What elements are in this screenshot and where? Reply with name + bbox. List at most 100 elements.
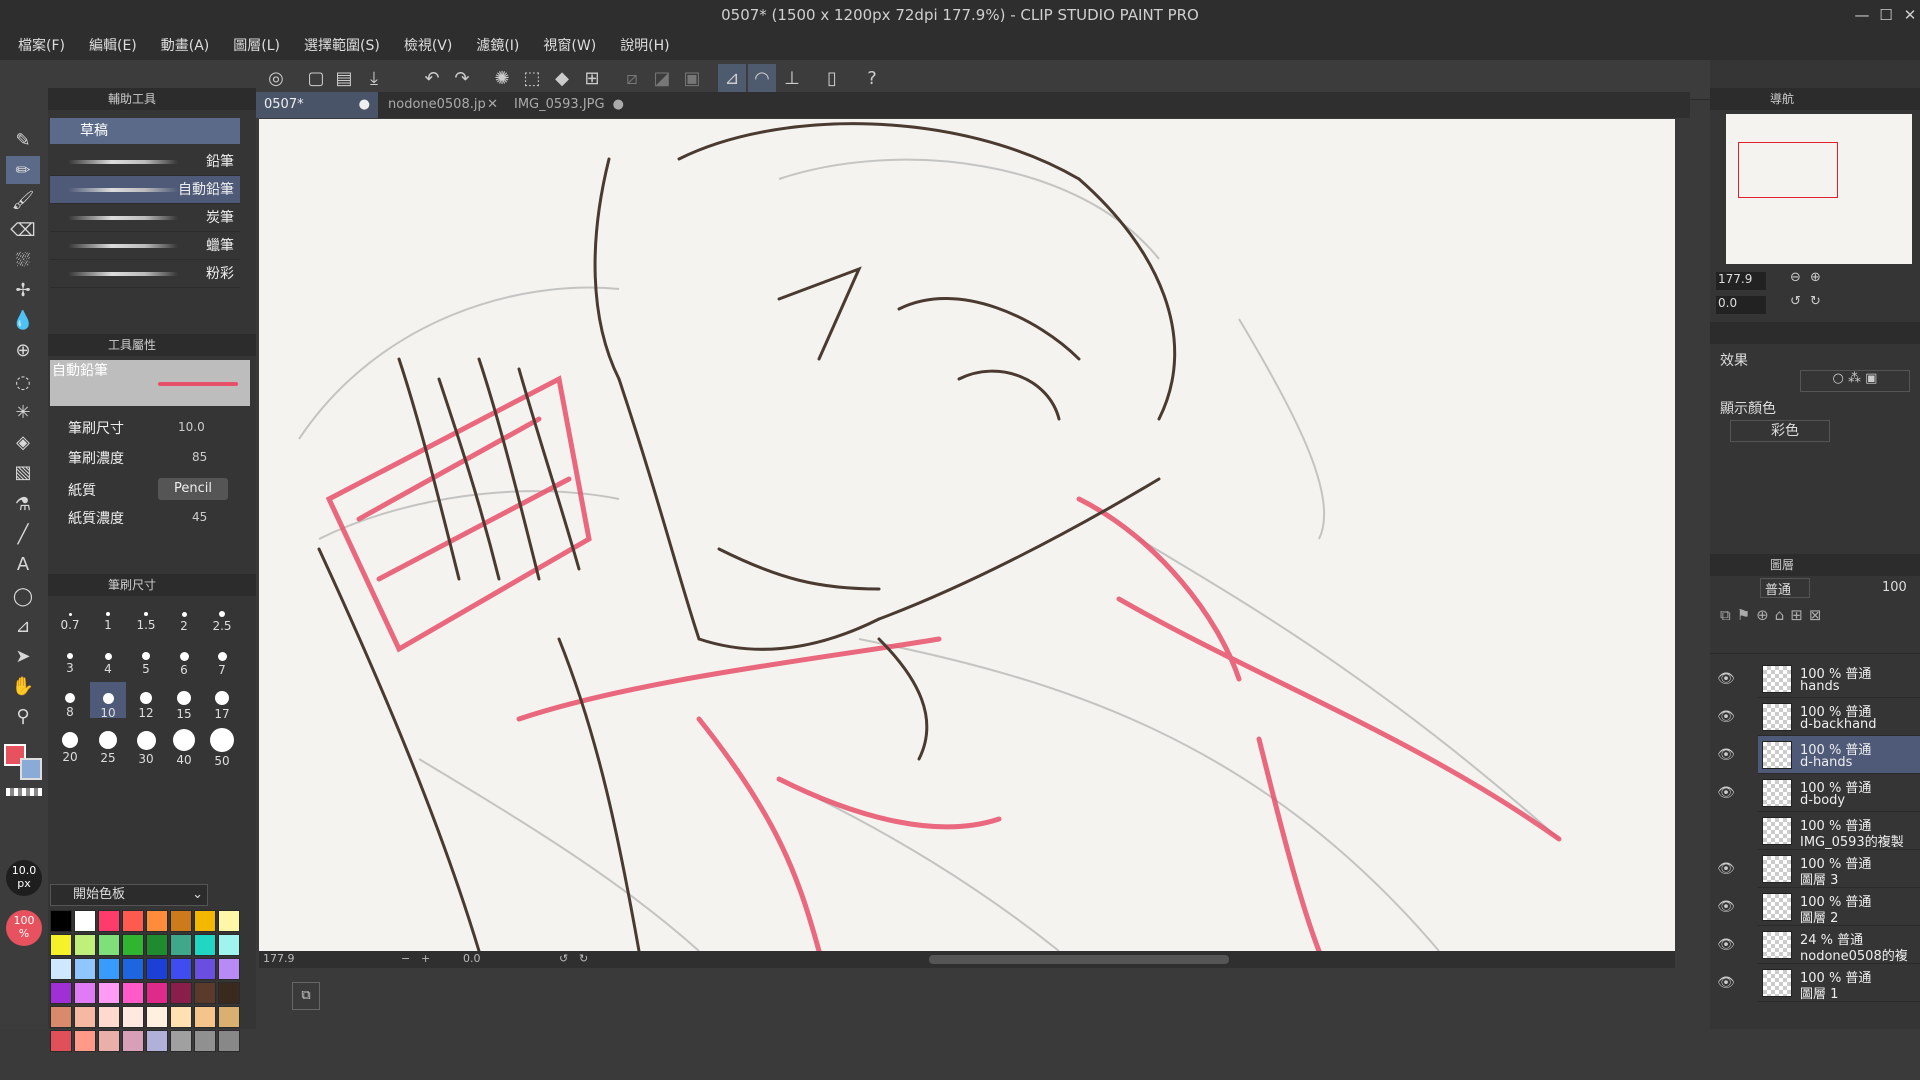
color-swatch[interactable] [146, 934, 168, 956]
menu-selection[interactable]: 選擇範圍(S) [304, 35, 380, 55]
color-swatch[interactable] [146, 958, 168, 980]
menu-filter[interactable]: 濾鏡(I) [476, 35, 519, 55]
color-swatch[interactable] [50, 1030, 72, 1052]
color-swatch[interactable] [122, 1006, 144, 1028]
timeline-icon[interactable]: ⧉ [292, 982, 320, 1010]
brush-size-option[interactable]: 10 [90, 682, 126, 720]
brush-size-option[interactable]: 15 [166, 682, 202, 721]
navigator-preview[interactable] [1726, 114, 1912, 264]
invert-selection-icon[interactable]: ◪ [648, 64, 676, 92]
display-color-select[interactable]: 彩色 [1730, 420, 1830, 442]
color-swatch[interactable] [146, 910, 168, 932]
color-swatch[interactable] [122, 1030, 144, 1052]
brush-size-option[interactable]: 6 [166, 640, 202, 677]
paper-density-value[interactable]: 45 [192, 510, 207, 524]
color-swatch[interactable] [146, 1006, 168, 1028]
status-zoom[interactable]: 177.9 [263, 952, 295, 965]
brush-crayon[interactable]: 蠟筆 [50, 232, 240, 260]
tab-0507[interactable]: 0507* ● [256, 92, 378, 118]
color-swatch[interactable] [74, 1006, 96, 1028]
color-swatch[interactable] [98, 958, 120, 980]
color-swatch[interactable] [170, 910, 192, 932]
line-tool-icon[interactable]: ╱ [6, 520, 40, 548]
tab-img0593[interactable]: IMG_0593.JPG ● [506, 92, 630, 118]
new-file-icon[interactable]: ▢ [302, 64, 330, 92]
layer-row[interactable]: 100 % 普通 圖層 2 [1758, 888, 1920, 926]
brush-size-option[interactable]: 1 [90, 598, 126, 634]
layer-opacity-value[interactable]: 100 [1882, 580, 1907, 595]
blend-tool-icon[interactable]: 💧 [6, 306, 40, 334]
layer-visibility-eye-icon[interactable]: 👁 [1714, 926, 1738, 964]
brush-size-option[interactable]: 4 [90, 640, 126, 676]
color-swatch[interactable] [74, 934, 96, 956]
color-swatch[interactable] [218, 910, 240, 932]
horizontal-scrollbar[interactable] [929, 955, 1229, 964]
layer-row[interactable]: 100 % 普通 圖層 1 [1758, 964, 1920, 1002]
transparent-color-swatch[interactable] [6, 788, 42, 796]
brush-size-option[interactable]: 0.7 [52, 598, 88, 634]
color-swatch[interactable] [218, 934, 240, 956]
layer-visibility-eye-icon[interactable]: 👁 [1714, 850, 1738, 888]
menu-window[interactable]: 視窗(W) [543, 35, 596, 55]
brush-density-value[interactable]: 85 [192, 450, 207, 464]
selection-icon[interactable]: ▣ [678, 64, 706, 92]
brush-pencil[interactable]: 鉛筆 [50, 148, 240, 176]
color-swatch[interactable] [50, 982, 72, 1004]
sub-tool-group[interactable]: 草稿 [50, 118, 240, 144]
layer-visibility-eye-icon[interactable]: 👁 [1714, 698, 1738, 736]
layer-row[interactable]: 100 % 普通 hands [1758, 660, 1920, 698]
undo-icon[interactable]: ↶ [418, 64, 446, 92]
clear-icon[interactable]: ⬚ [518, 64, 546, 92]
color-swatch[interactable] [146, 1030, 168, 1052]
navigator-zoom-value[interactable]: 177.9 [1716, 272, 1766, 290]
color-swatch[interactable] [74, 982, 96, 1004]
layer-row[interactable]: 100 % 普通 d-body [1758, 774, 1920, 812]
layer-visibility-eye-icon[interactable]: 👁 [1714, 774, 1738, 812]
rotate-right-icon[interactable]: ↻ [579, 952, 588, 965]
rotate-left-icon[interactable]: ↺ [559, 952, 568, 965]
layer-toolbar[interactable]: ⧉⚑⊕⌂⊞⊠ [1710, 600, 1920, 654]
menu-view[interactable]: 檢視(V) [404, 35, 453, 55]
paper-row[interactable]: 紙質 Pencil [68, 478, 258, 506]
sub-color-swatch[interactable] [20, 758, 42, 780]
color-swatch[interactable] [98, 910, 120, 932]
color-swatch[interactable] [170, 1006, 192, 1028]
eyedropper-tool-icon[interactable]: ⚲ [6, 702, 40, 730]
zoom-in-icon[interactable]: ⊕ [1810, 270, 1821, 285]
layer-visibility-eye-icon[interactable]: 👁 [1714, 964, 1738, 1002]
color-swatch[interactable] [98, 934, 120, 956]
color-swatch[interactable] [50, 910, 72, 932]
color-swatch[interactable] [98, 982, 120, 1004]
brush-size-row[interactable]: 筆刷尺寸 10.0 [68, 418, 258, 444]
figure-tool-icon[interactable]: ⚗ [6, 490, 40, 518]
brush-size-option[interactable]: 30 [128, 724, 164, 766]
hand-tool-icon[interactable]: ✋ [6, 672, 40, 700]
color-swatch[interactable] [218, 958, 240, 980]
color-swatch[interactable] [170, 1030, 192, 1052]
brush-charcoal[interactable]: 炭筆 [50, 204, 240, 232]
layer-visibility-eye-icon[interactable]: 👁 [1714, 736, 1738, 774]
menu-edit[interactable]: 編輯(E) [89, 35, 137, 55]
brush-auto-pencil[interactable]: 自動鉛筆 [50, 176, 240, 204]
brush-size-option[interactable]: 2.5 [204, 598, 240, 634]
color-swatch[interactable] [218, 1030, 240, 1052]
layer-visibility-eye-icon[interactable] [1714, 812, 1738, 850]
canvas[interactable] [259, 119, 1675, 951]
layer-row[interactable]: 100 % 普通 IMG_0593的複製 [1758, 812, 1920, 850]
brush-tool-icon[interactable]: 🖌 [6, 186, 40, 214]
layer-row[interactable]: 100 % 普通 d-backhand [1758, 698, 1920, 736]
brush-size-option[interactable]: 25 [90, 724, 126, 765]
color-swatch[interactable] [98, 1030, 120, 1052]
menu-help[interactable]: 說明(H) [620, 35, 669, 55]
menu-animation[interactable]: 動畫(A) [161, 35, 210, 55]
color-swatch[interactable] [74, 910, 96, 932]
brush-size-option[interactable]: 40 [166, 724, 202, 767]
color-swatch[interactable] [170, 982, 192, 1004]
color-swatch[interactable] [218, 982, 240, 1004]
paper-density-row[interactable]: 紙質濃度 45 [68, 508, 258, 534]
menu-layer[interactable]: 圖層(L) [233, 35, 280, 55]
close-icon[interactable]: ✕ [1896, 0, 1920, 30]
navigator-angle-value[interactable]: 0.0 [1716, 296, 1766, 314]
deselect-icon[interactable]: ⧄ [618, 64, 646, 92]
brush-size-option[interactable]: 5 [128, 640, 164, 676]
